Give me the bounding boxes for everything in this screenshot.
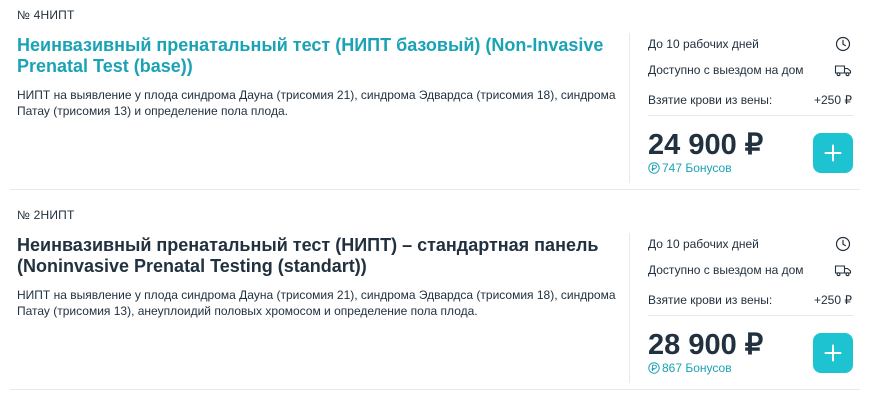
plus-icon — [824, 344, 842, 362]
test-price: 24 900 ₽ — [648, 129, 764, 161]
bonus-coin-icon — [648, 362, 660, 374]
test-description: НИПТ на выявление у плода синдрома Дауна… — [17, 288, 616, 318]
blood-draw-row: Взятие крови из вены: +250 ₽ — [648, 290, 854, 310]
home-visit-row: Доступно с выездом на дом — [648, 260, 854, 280]
duration-text: До 10 рабочих дней — [648, 37, 759, 51]
bonus-text: 867 Бонусов — [662, 361, 732, 375]
blood-draw-row: Взятие крови из вены: +250 ₽ — [648, 90, 854, 110]
home-visit-text: Доступно с выездом на дом — [648, 263, 804, 277]
blood-draw-price: +250 ₽ — [814, 93, 852, 107]
card-divider — [629, 233, 630, 383]
test-card: № 2НИПТ Неинвазивный пренатальный тест (… — [0, 200, 870, 400]
duration-row: До 10 рабочих дней — [648, 234, 854, 254]
test-code: № 2НИПТ — [17, 208, 75, 222]
plus-icon — [824, 144, 842, 162]
test-title-link[interactable]: Неинвазивный пренатальный тест (НИПТ) – … — [17, 235, 617, 277]
home-visit-row: Доступно с выездом на дом — [648, 60, 854, 80]
test-price: 28 900 ₽ — [648, 329, 764, 361]
bonus-row: 747 Бонусов — [648, 160, 732, 176]
clock-icon — [834, 36, 852, 52]
truck-icon — [834, 262, 852, 278]
price-divider — [648, 315, 854, 316]
price-divider — [648, 115, 854, 116]
card-separator — [10, 389, 860, 390]
blood-draw-label: Взятие крови из вены: — [648, 93, 773, 107]
test-card: № 4НИПТ Неинвазивный пренатальный тест (… — [0, 0, 870, 200]
clock-icon — [834, 236, 852, 252]
truck-icon — [834, 62, 852, 78]
test-code: № 4НИПТ — [17, 8, 75, 22]
duration-row: До 10 рабочих дней — [648, 34, 854, 54]
add-to-cart-button[interactable] — [813, 133, 853, 173]
bonus-row: 867 Бонусов — [648, 360, 732, 376]
card-separator — [10, 189, 860, 190]
card-divider — [629, 33, 630, 183]
duration-text: До 10 рабочих дней — [648, 237, 759, 251]
add-to-cart-button[interactable] — [813, 333, 853, 373]
test-description: НИПТ на выявление у плода синдрома Дауна… — [17, 88, 616, 118]
home-visit-text: Доступно с выездом на дом — [648, 63, 804, 77]
bonus-coin-icon — [648, 162, 660, 174]
bonus-text: 747 Бонусов — [662, 161, 732, 175]
blood-draw-price: +250 ₽ — [814, 293, 852, 307]
blood-draw-label: Взятие крови из вены: — [648, 293, 773, 307]
test-title-link[interactable]: Неинвазивный пренатальный тест (НИПТ баз… — [17, 35, 617, 77]
